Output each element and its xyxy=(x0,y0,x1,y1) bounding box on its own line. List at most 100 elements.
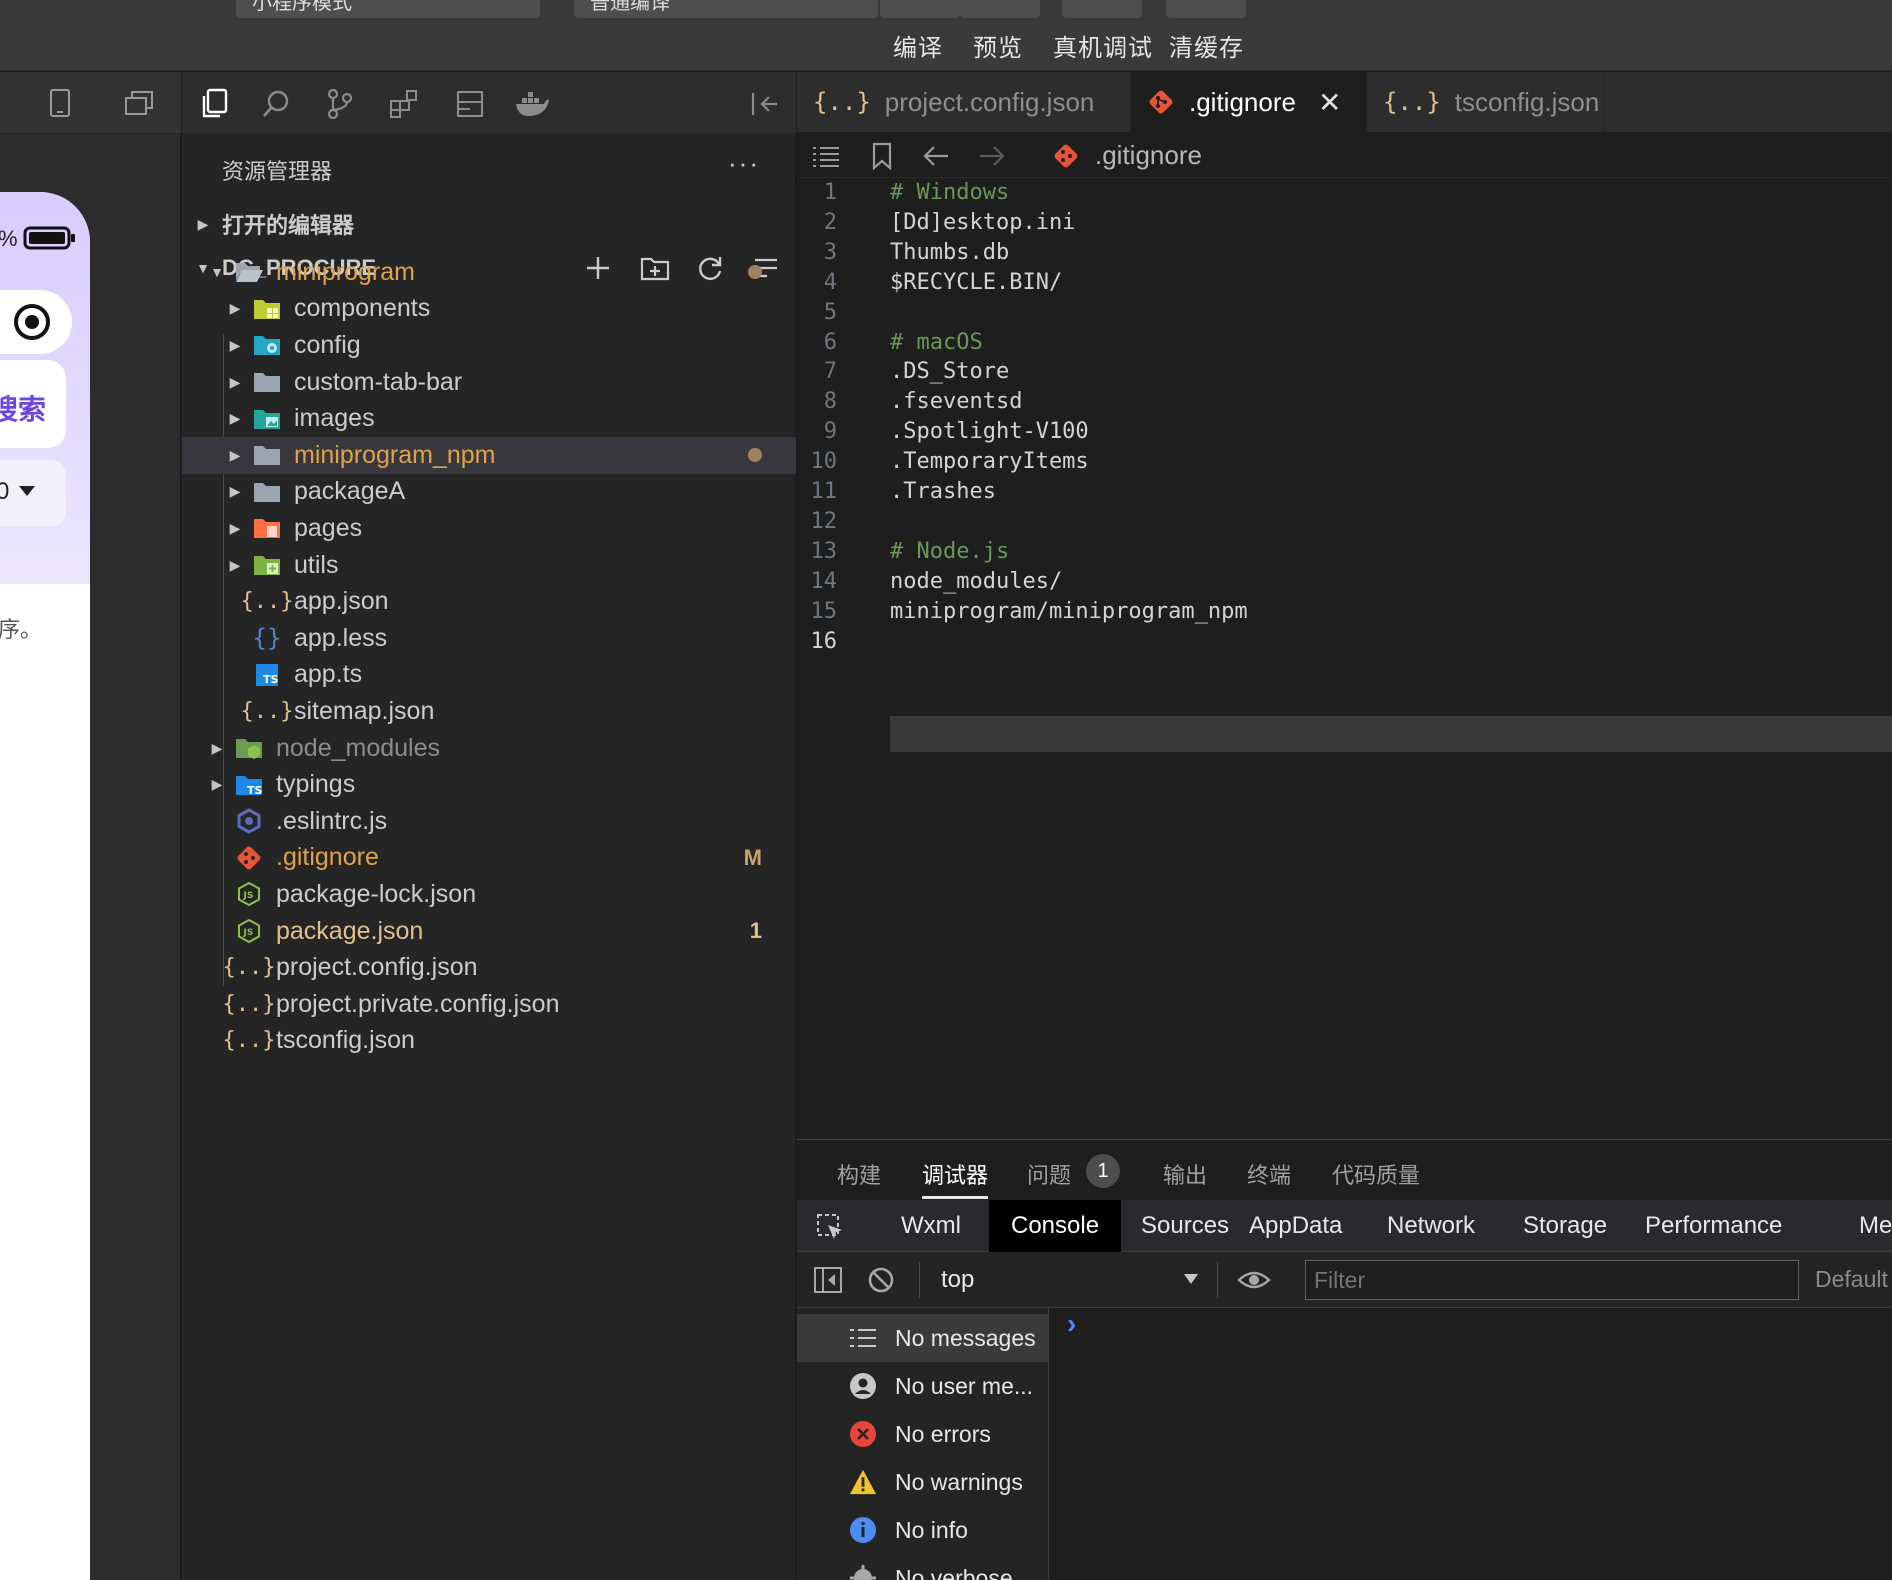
tab-output[interactable]: 输出 xyxy=(1163,1158,1207,1190)
tree-item-label: pages xyxy=(294,513,363,542)
file-item[interactable]: .gitignore M xyxy=(182,840,796,877)
console-filter-item[interactable]: No verbose xyxy=(797,1554,1049,1580)
tab-wxml[interactable]: Wxml xyxy=(879,1200,983,1252)
tree-item-label: package.json xyxy=(276,916,424,945)
window-icon[interactable] xyxy=(124,90,154,121)
storage-icon[interactable] xyxy=(452,86,488,122)
chevron-down-icon: ▼ xyxy=(210,264,224,281)
more-actions-button[interactable]: ··· xyxy=(728,148,760,179)
context-select[interactable]: top xyxy=(941,1266,974,1294)
line-number: 16 xyxy=(810,628,838,654)
file-item[interactable]: {..} app.json xyxy=(182,583,796,620)
bottom-panel: 构建 调试器 问题 1 输出 终端 代码质量 Wxml Console Sour… xyxy=(797,1139,1892,1580)
tab-code-quality[interactable]: 代码质量 xyxy=(1332,1158,1420,1190)
compile-select[interactable]: 普通编译 xyxy=(574,0,878,18)
console-filter-item[interactable]: No warnings xyxy=(797,1458,1049,1506)
console-filter-item[interactable]: No errors xyxy=(797,1410,1049,1458)
folder-item[interactable]: ▶ custom-tab-bar xyxy=(182,364,796,401)
tab-network[interactable]: Network xyxy=(1365,1200,1497,1252)
mode-select[interactable]: 小程序模式 xyxy=(236,0,540,18)
chevron-right-icon: ▶ xyxy=(211,776,223,793)
folder-item[interactable]: ▶ utils xyxy=(182,547,796,584)
file-item[interactable]: {..} tsconfig.json xyxy=(182,1023,796,1060)
caret-down-icon[interactable] xyxy=(1183,1272,1199,1290)
console-filter-label: No messages xyxy=(895,1324,1036,1351)
tab-problems[interactable]: 问题 xyxy=(1027,1158,1071,1190)
folder-item[interactable]: ▶ packageA xyxy=(182,474,796,511)
breadcrumb-file[interactable]: .gitignore xyxy=(1095,140,1202,171)
forward-arrow-icon[interactable] xyxy=(977,142,1007,170)
tab-build[interactable]: 构建 xyxy=(837,1158,881,1190)
folder-item[interactable]: ▶ config xyxy=(182,327,796,364)
inspect-element-icon[interactable] xyxy=(815,1212,845,1247)
device-icon[interactable] xyxy=(48,88,72,123)
tab-terminal[interactable]: 终端 xyxy=(1247,1158,1291,1190)
clear-console-icon[interactable] xyxy=(867,1266,895,1299)
file-item[interactable]: {} app.less xyxy=(182,620,796,657)
folder-item[interactable]: ▶ components xyxy=(182,291,796,328)
folder-open-icon xyxy=(234,257,264,287)
clear-cache-button[interactable]: 清缓存 xyxy=(1169,28,1244,63)
collapse-panel-icon[interactable] xyxy=(746,86,782,122)
tab-debugger[interactable]: 调试器 xyxy=(922,1158,988,1190)
open-editors-section[interactable]: ▶ 打开的编辑器 xyxy=(182,202,796,246)
file-item[interactable]: JS package-lock.json xyxy=(182,876,796,913)
preview-icon-button[interactable] xyxy=(960,0,1040,18)
tab-appdata[interactable]: AppData xyxy=(1227,1200,1364,1252)
console-filter-input[interactable] xyxy=(1305,1260,1799,1300)
back-arrow-icon[interactable] xyxy=(921,142,951,170)
folder-item[interactable]: ▶ pages xyxy=(182,510,796,547)
code-editor[interactable]: 1 # Windows 2 [Dd]esktop.ini 3 Thumbs.db 4 $REC… xyxy=(797,178,1892,1138)
eye-icon[interactable] xyxy=(1237,1268,1271,1297)
file-item[interactable]: JS package.json 1 xyxy=(182,913,796,950)
folder-item[interactable]: ▶ node_modules xyxy=(182,730,796,767)
remote-debug-button[interactable]: 真机调试 xyxy=(1053,28,1153,63)
file-item[interactable]: TS app.ts xyxy=(182,657,796,694)
file-item[interactable]: {..} sitemap.json xyxy=(182,693,796,730)
console-filter-item[interactable]: No messages xyxy=(797,1314,1049,1362)
tab-label: .gitignore xyxy=(1189,86,1296,117)
error-icon xyxy=(849,1420,877,1448)
console-filter-item[interactable]: No user me... xyxy=(797,1362,1049,1410)
tab-gitignore[interactable]: .gitignore ✕ xyxy=(1131,72,1367,132)
log-levels-select[interactable]: Default xyxy=(1815,1266,1888,1293)
file-item[interactable]: {..} project.config.json xyxy=(182,949,796,986)
record-icon[interactable] xyxy=(12,302,52,347)
clear-cache-icon-button[interactable] xyxy=(1166,0,1246,18)
console-prompt[interactable]: › xyxy=(1067,1308,1076,1340)
folder-item[interactable]: ▶ TS typings xyxy=(182,766,796,803)
svg-text:JS: JS xyxy=(243,891,254,901)
outline-list-icon[interactable] xyxy=(811,142,841,170)
tab-more[interactable]: Me xyxy=(1837,1200,1892,1252)
modified-dot xyxy=(748,265,762,280)
tab-tsconfig[interactable]: {..} tsconfig.json xyxy=(1367,72,1605,132)
file-item[interactable]: {..} project.private.config.json xyxy=(182,986,796,1023)
extensions-icon[interactable] xyxy=(386,86,422,122)
docker-icon[interactable] xyxy=(514,86,550,122)
bookmark-icon[interactable] xyxy=(867,142,897,170)
json-icon: {..} xyxy=(240,698,294,724)
folder-item[interactable]: ▶ images xyxy=(182,400,796,437)
console-filter-label: No errors xyxy=(895,1420,991,1447)
search-icon[interactable] xyxy=(258,86,294,122)
sidebar-toggle-icon[interactable] xyxy=(813,1266,843,1299)
compile-button[interactable]: 编译 xyxy=(893,28,943,63)
tab-performance[interactable]: Performance xyxy=(1623,1200,1804,1252)
console-filter-item[interactable]: No info xyxy=(797,1506,1049,1554)
folder-item[interactable]: ▶ miniprogram_npm xyxy=(182,437,796,474)
git-modified-badge: M xyxy=(743,844,762,870)
close-icon[interactable]: ✕ xyxy=(1318,86,1341,119)
compile-icon-button[interactable] xyxy=(880,0,960,18)
file-item[interactable]: .eslintrc.js xyxy=(182,803,796,840)
folder-item[interactable]: ▼ miniprogram xyxy=(182,254,796,291)
tab-console[interactable]: Console xyxy=(989,1200,1122,1252)
preview-button[interactable]: 预览 xyxy=(973,28,1023,63)
source-control-icon[interactable] xyxy=(322,86,358,122)
folder-config-icon xyxy=(252,330,282,360)
remote-debug-icon-button[interactable] xyxy=(1062,0,1142,18)
context-divider xyxy=(919,1262,920,1298)
tab-storage[interactable]: Storage xyxy=(1501,1200,1629,1252)
tab-project-config[interactable]: {..} project.config.json xyxy=(797,72,1131,132)
files-icon[interactable] xyxy=(196,86,232,122)
tree-item-label: images xyxy=(294,404,375,433)
